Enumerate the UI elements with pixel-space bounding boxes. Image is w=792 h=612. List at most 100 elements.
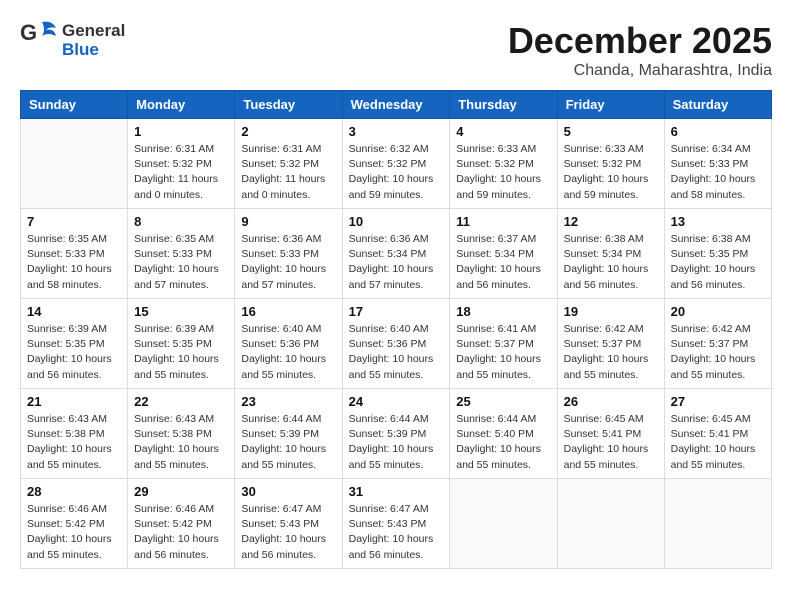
day-info: Sunrise: 6:47 AM Sunset: 5:43 PM Dayligh… bbox=[241, 502, 335, 563]
calendar-day-cell: 6 Sunrise: 6:34 AM Sunset: 5:33 PM Daylig… bbox=[664, 119, 771, 209]
logo: G General Blue bbox=[20, 20, 125, 62]
day-number: 9 bbox=[241, 214, 335, 229]
calendar-day-cell: 15Sunrise: 6:39 AM Sunset: 5:35 PM Dayli… bbox=[128, 299, 235, 389]
day-number: 20 bbox=[671, 304, 765, 319]
calendar-day-cell: 10Sunrise: 6:36 AM Sunset: 5:34 PM Dayli… bbox=[342, 209, 450, 299]
day-info: Sunrise: 6:41 AM Sunset: 5:37 PM Dayligh… bbox=[456, 322, 550, 383]
calendar-day-cell: 19 Sunrise: 6:42 AM Sunset: 5:37 PM Dayli… bbox=[557, 299, 664, 389]
day-info: Sunrise: 6:42 AM Sunset: 5:37 PM Dayligh… bbox=[564, 322, 658, 383]
day-info: Sunrise: 6:31 AM Sunset: 5:32 PM Dayligh… bbox=[134, 142, 228, 203]
calendar-day-cell: 28Sunrise: 6:46 AM Sunset: 5:42 PM Dayli… bbox=[21, 479, 128, 569]
logo-text: General Blue bbox=[62, 22, 125, 59]
calendar-day-cell: 4 Sunrise: 6:33 AM Sunset: 5:32 PM Daylig… bbox=[450, 119, 557, 209]
day-info: Sunrise: 6:39 AM Sunset: 5:35 PM Dayligh… bbox=[27, 322, 121, 383]
calendar-day-cell: 20 Sunrise: 6:42 AM Sunset: 5:37 PM Dayli… bbox=[664, 299, 771, 389]
calendar-day-cell: 11 Sunrise: 6:37 AM Sunset: 5:34 PM Dayli… bbox=[450, 209, 557, 299]
day-info: Sunrise: 6:44 AM Sunset: 5:39 PM Dayligh… bbox=[349, 412, 444, 473]
calendar-day-cell: 7Sunrise: 6:35 AM Sunset: 5:33 PM Daylig… bbox=[21, 209, 128, 299]
day-info: Sunrise: 6:44 AM Sunset: 5:40 PM Dayligh… bbox=[456, 412, 550, 473]
day-number: 12 bbox=[564, 214, 658, 229]
calendar-day-cell: 1 Sunrise: 6:31 AM Sunset: 5:32 PM Daylig… bbox=[128, 119, 235, 209]
day-number: 3 bbox=[349, 124, 444, 139]
day-info: Sunrise: 6:38 AM Sunset: 5:35 PM Dayligh… bbox=[671, 232, 765, 293]
calendar-day-cell: 23 Sunrise: 6:44 AM Sunset: 5:39 PM Dayli… bbox=[235, 389, 342, 479]
day-number: 17 bbox=[349, 304, 444, 319]
calendar-day-cell: 5 Sunrise: 6:33 AM Sunset: 5:32 PM Daylig… bbox=[557, 119, 664, 209]
calendar-day-cell: 25 Sunrise: 6:44 AM Sunset: 5:40 PM Dayli… bbox=[450, 389, 557, 479]
day-info: Sunrise: 6:42 AM Sunset: 5:37 PM Dayligh… bbox=[671, 322, 765, 383]
calendar-week-row: 14 Sunrise: 6:39 AM Sunset: 5:35 PM Dayli… bbox=[21, 299, 772, 389]
weekday-header: Sunday bbox=[21, 91, 128, 119]
weekday-header: Thursday bbox=[450, 91, 557, 119]
calendar-day-cell: 14 Sunrise: 6:39 AM Sunset: 5:35 PM Dayli… bbox=[21, 299, 128, 389]
day-number: 28 bbox=[27, 484, 121, 499]
calendar-day-cell: 29Sunrise: 6:46 AM Sunset: 5:42 PM Dayli… bbox=[128, 479, 235, 569]
calendar-day-cell bbox=[21, 119, 128, 209]
day-number: 4 bbox=[456, 124, 550, 139]
day-number: 14 bbox=[27, 304, 121, 319]
day-info: Sunrise: 6:37 AM Sunset: 5:34 PM Dayligh… bbox=[456, 232, 550, 293]
day-info: Sunrise: 6:35 AM Sunset: 5:33 PM Dayligh… bbox=[134, 232, 228, 293]
calendar-day-cell: 2 Sunrise: 6:31 AM Sunset: 5:32 PM Daylig… bbox=[235, 119, 342, 209]
day-info: Sunrise: 6:45 AM Sunset: 5:41 PM Dayligh… bbox=[671, 412, 765, 473]
calendar-day-cell: 9 Sunrise: 6:36 AM Sunset: 5:33 PM Daylig… bbox=[235, 209, 342, 299]
weekday-header: Tuesday bbox=[235, 91, 342, 119]
location-title: Chanda, Maharashtra, India bbox=[508, 62, 772, 80]
day-info: Sunrise: 6:46 AM Sunset: 5:42 PM Dayligh… bbox=[134, 502, 228, 563]
day-number: 13 bbox=[671, 214, 765, 229]
day-number: 31 bbox=[349, 484, 444, 499]
day-number: 5 bbox=[564, 124, 658, 139]
day-info: Sunrise: 6:33 AM Sunset: 5:32 PM Dayligh… bbox=[456, 142, 550, 203]
day-number: 2 bbox=[241, 124, 335, 139]
day-info: Sunrise: 6:38 AM Sunset: 5:34 PM Dayligh… bbox=[564, 232, 658, 293]
day-info: Sunrise: 6:36 AM Sunset: 5:33 PM Dayligh… bbox=[241, 232, 335, 293]
day-number: 23 bbox=[241, 394, 335, 409]
calendar-day-cell: 31Sunrise: 6:47 AM Sunset: 5:43 PM Dayli… bbox=[342, 479, 450, 569]
day-number: 25 bbox=[456, 394, 550, 409]
day-info: Sunrise: 6:32 AM Sunset: 5:32 PM Dayligh… bbox=[349, 142, 444, 203]
day-number: 6 bbox=[671, 124, 765, 139]
calendar-day-cell: 18Sunrise: 6:41 AM Sunset: 5:37 PM Dayli… bbox=[450, 299, 557, 389]
day-number: 8 bbox=[134, 214, 228, 229]
calendar-table: SundayMondayTuesdayWednesdayThursdayFrid… bbox=[20, 90, 772, 569]
day-info: Sunrise: 6:40 AM Sunset: 5:36 PM Dayligh… bbox=[241, 322, 335, 383]
day-number: 10 bbox=[349, 214, 444, 229]
day-info: Sunrise: 6:34 AM Sunset: 5:33 PM Dayligh… bbox=[671, 142, 765, 203]
day-number: 22 bbox=[134, 394, 228, 409]
title-block: December 2025 Chanda, Maharashtra, India bbox=[508, 20, 772, 80]
calendar-day-cell: 21Sunrise: 6:43 AM Sunset: 5:38 PM Dayli… bbox=[21, 389, 128, 479]
svg-text:G: G bbox=[20, 20, 37, 45]
calendar-day-cell bbox=[557, 479, 664, 569]
weekday-header: Saturday bbox=[664, 91, 771, 119]
calendar-day-cell: 22 Sunrise: 6:43 AM Sunset: 5:38 PM Dayli… bbox=[128, 389, 235, 479]
page-header: G General Blue December 2025 Chanda, Mah… bbox=[20, 20, 772, 80]
calendar-day-cell: 12 Sunrise: 6:38 AM Sunset: 5:34 PM Dayli… bbox=[557, 209, 664, 299]
day-number: 24 bbox=[349, 394, 444, 409]
day-number: 19 bbox=[564, 304, 658, 319]
day-info: Sunrise: 6:43 AM Sunset: 5:38 PM Dayligh… bbox=[27, 412, 121, 473]
weekday-header: Wednesday bbox=[342, 91, 450, 119]
day-info: Sunrise: 6:43 AM Sunset: 5:38 PM Dayligh… bbox=[134, 412, 228, 473]
calendar-day-cell: 3 Sunrise: 6:32 AM Sunset: 5:32 PM Daylig… bbox=[342, 119, 450, 209]
calendar-week-row: 1 Sunrise: 6:31 AM Sunset: 5:32 PM Daylig… bbox=[21, 119, 772, 209]
calendar-day-cell: 17 Sunrise: 6:40 AM Sunset: 5:36 PM Dayli… bbox=[342, 299, 450, 389]
weekday-header: Friday bbox=[557, 91, 664, 119]
day-info: Sunrise: 6:31 AM Sunset: 5:32 PM Dayligh… bbox=[241, 142, 335, 203]
day-info: Sunrise: 6:39 AM Sunset: 5:35 PM Dayligh… bbox=[134, 322, 228, 383]
day-info: Sunrise: 6:44 AM Sunset: 5:39 PM Dayligh… bbox=[241, 412, 335, 473]
calendar-day-cell: 16 Sunrise: 6:40 AM Sunset: 5:36 PM Dayli… bbox=[235, 299, 342, 389]
calendar-day-cell: 24 Sunrise: 6:44 AM Sunset: 5:39 PM Dayli… bbox=[342, 389, 450, 479]
day-number: 27 bbox=[671, 394, 765, 409]
calendar-week-row: 21Sunrise: 6:43 AM Sunset: 5:38 PM Dayli… bbox=[21, 389, 772, 479]
day-info: Sunrise: 6:33 AM Sunset: 5:32 PM Dayligh… bbox=[564, 142, 658, 203]
day-number: 1 bbox=[134, 124, 228, 139]
day-number: 11 bbox=[456, 214, 550, 229]
calendar-week-row: 7Sunrise: 6:35 AM Sunset: 5:33 PM Daylig… bbox=[21, 209, 772, 299]
logo-blue-text: Blue bbox=[62, 41, 125, 60]
day-info: Sunrise: 6:40 AM Sunset: 5:36 PM Dayligh… bbox=[349, 322, 444, 383]
calendar-day-cell: 30Sunrise: 6:47 AM Sunset: 5:43 PM Dayli… bbox=[235, 479, 342, 569]
calendar-header-row: SundayMondayTuesdayWednesdayThursdayFrid… bbox=[21, 91, 772, 119]
logo-general-text: General bbox=[62, 22, 125, 41]
calendar-week-row: 28 Sunrise: 6:46 AM Sunset: 5:42 PM Dayli… bbox=[21, 479, 772, 569]
day-number: 16 bbox=[241, 304, 335, 319]
